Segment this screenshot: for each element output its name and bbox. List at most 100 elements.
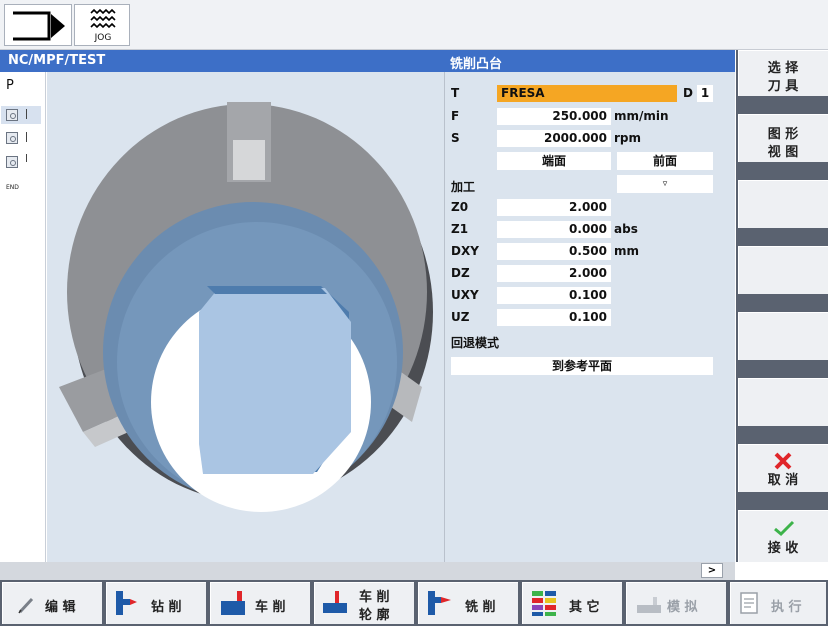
- dxy-unit: mm: [614, 244, 640, 258]
- turn-icon: [221, 591, 245, 615]
- edit-softkey[interactable]: 编 辑: [2, 582, 102, 624]
- param-t-label: T: [451, 86, 460, 100]
- contour-turn-icon: [323, 591, 347, 613]
- drill-softkey[interactable]: 钻 削: [106, 582, 206, 624]
- jog-wave-icon: [90, 8, 116, 29]
- block-p-label: P: [6, 78, 14, 93]
- execute-nc-icon: [740, 592, 758, 614]
- vertical-softkey-bar: 选 择 刀 具 图 形 视 图 取 消 接 收: [736, 50, 828, 562]
- cycle-title: 铣削凸台: [450, 57, 503, 72]
- cancel-x-icon: [774, 452, 792, 470]
- dxy-field[interactable]: 0.500: [497, 243, 611, 260]
- jog-mode-button[interactable]: JOG: [74, 4, 130, 46]
- parameter-form: T FRESA D 1 F 250.000 mm/min S 2000.000 …: [445, 72, 735, 562]
- edit-label: 编 辑: [45, 600, 76, 615]
- speed-unit: rpm: [614, 131, 642, 145]
- other-label: 其 它: [569, 600, 600, 615]
- other-grid-icon: [532, 591, 556, 616]
- uz-field[interactable]: 0.100: [497, 309, 611, 326]
- drill-label: 钻 削: [151, 600, 182, 615]
- plane-face-option[interactable]: 端面: [497, 152, 611, 170]
- cancel-softkey[interactable]: 取 消: [738, 444, 828, 492]
- simulate-softkey[interactable]: 模 拟: [626, 582, 726, 624]
- feed-unit: mm/min: [614, 109, 669, 123]
- empty-softkey-5[interactable]: [738, 312, 828, 360]
- mill-label: 铣 削: [465, 600, 496, 615]
- accept-softkey[interactable]: 接 收: [738, 510, 828, 562]
- turn-label: 车 削: [255, 600, 286, 615]
- param-z0-label: Z0: [451, 200, 469, 214]
- param-s-label: S: [451, 131, 460, 145]
- mill-icon: [428, 591, 451, 615]
- help-graphic: [47, 72, 444, 562]
- mill-softkey[interactable]: 铣 削: [418, 582, 518, 624]
- accept-check-icon: [774, 520, 795, 537]
- clamp-jaw-top-face: [233, 140, 265, 180]
- dz-field[interactable]: 2.000: [497, 265, 611, 282]
- spigot-octagon: [199, 288, 351, 474]
- cutting-edge-field[interactable]: 1: [697, 85, 713, 102]
- simulate-icon: [637, 597, 661, 613]
- horizontal-softkey-bar: 编 辑 钻 削 车 削 车 削 轮 廓 铣 削 其 它 模 拟 执 行: [0, 580, 828, 626]
- param-z1-label: Z1: [451, 222, 469, 236]
- more-button[interactable]: >: [701, 563, 723, 578]
- end-label: END: [6, 184, 19, 191]
- other-softkey[interactable]: 其 它: [522, 582, 622, 624]
- uxy-field[interactable]: 0.100: [497, 287, 611, 304]
- cycle-block-icon[interactable]: [6, 109, 18, 121]
- program-block-list: P END: [0, 72, 46, 562]
- cycle-block-icon[interactable]: [6, 132, 18, 144]
- empty-softkey-3[interactable]: [738, 180, 828, 228]
- select-tool-label-1: 选 择: [767, 61, 799, 76]
- graphic-view-softkey[interactable]: 图 形 视 图: [738, 114, 828, 162]
- empty-softkey-4[interactable]: [738, 246, 828, 294]
- param-uz-label: UZ: [451, 310, 470, 324]
- program-path: NC/MPF/TEST: [8, 53, 106, 68]
- drill-icon: [116, 591, 137, 615]
- status-row: [0, 562, 735, 580]
- spigot-top-edge: [207, 286, 327, 294]
- empty-softkey-6[interactable]: [738, 378, 828, 426]
- execute-softkey[interactable]: 执 行: [730, 582, 826, 624]
- contour-turn-label-2: 轮 廓: [359, 608, 390, 623]
- top-bar: JOG: [0, 0, 828, 50]
- cycle-block-icon[interactable]: [6, 156, 18, 168]
- header-bar: NC/MPF/TEST 铣削凸台: [0, 50, 735, 72]
- simulate-label: 模 拟: [667, 600, 698, 615]
- retract-mode-label: 回退模式: [451, 336, 500, 350]
- block-tick: [26, 109, 27, 119]
- cnc-screen: JOG NC/MPF/TEST 铣削凸台 P END T FRESA D 1 F…: [0, 0, 828, 626]
- block-tick: [26, 132, 27, 142]
- contour-turn-label-1: 车 削: [359, 590, 390, 605]
- feed-field[interactable]: 250.000: [497, 108, 611, 125]
- speed-field[interactable]: 2000.000: [497, 130, 611, 147]
- param-uxy-label: UXY: [451, 288, 479, 302]
- graphic-view-label-1: 图 形: [767, 127, 799, 142]
- select-tool-label-2: 刀 具: [767, 79, 799, 94]
- program-manager-icon: [13, 11, 65, 41]
- retract-mode-field[interactable]: 到参考平面: [451, 357, 713, 375]
- contour-turn-softkey[interactable]: 车 削 轮 廓: [314, 582, 414, 624]
- turn-softkey[interactable]: 车 削: [210, 582, 310, 624]
- cancel-label: 取 消: [767, 473, 799, 488]
- jog-label: JOG: [94, 33, 112, 43]
- z1-unit: abs: [614, 222, 638, 236]
- z1-field[interactable]: 0.000: [497, 221, 611, 238]
- param-d-label: D: [683, 86, 693, 100]
- pencil-icon: [18, 597, 34, 614]
- program-manager-button[interactable]: [4, 4, 72, 46]
- param-dxy-label: DXY: [451, 244, 479, 258]
- select-tool-softkey[interactable]: 选 择 刀 具: [738, 50, 828, 96]
- block-tick: [26, 154, 27, 162]
- machining-dropdown[interactable]: ▿: [617, 175, 713, 193]
- accept-label: 接 收: [767, 541, 799, 556]
- param-dz-label: DZ: [451, 266, 470, 280]
- spigot-milling-illustration: [59, 102, 433, 512]
- tool-field[interactable]: FRESA: [497, 85, 677, 102]
- z0-field[interactable]: 2.000: [497, 199, 611, 216]
- param-f-label: F: [451, 109, 460, 123]
- execute-label: 执 行: [771, 600, 802, 615]
- graphic-view-label-2: 视 图: [767, 145, 799, 160]
- machining-label: 加工: [451, 180, 476, 194]
- plane-front-option[interactable]: 前面: [617, 152, 713, 170]
